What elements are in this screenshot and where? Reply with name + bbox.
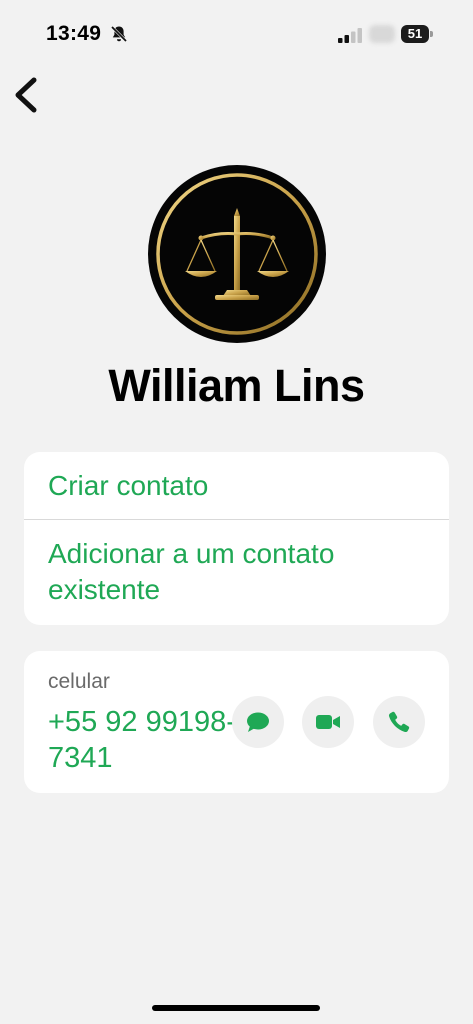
phone-number[interactable]: +55 92 99198-7341	[48, 704, 238, 776]
create-contact-button[interactable]: Criar contato	[48, 468, 208, 504]
status-bar: 13:49 51	[0, 0, 473, 60]
actions-divider	[24, 519, 449, 520]
add-to-existing-contact-button[interactable]: Adicionar a um contato existente	[48, 536, 348, 608]
call-button[interactable]	[373, 696, 425, 748]
video-call-button[interactable]	[302, 696, 354, 748]
scales-of-justice-icon	[148, 165, 326, 343]
phone-icon	[388, 711, 410, 733]
phone-type-label: celular	[48, 670, 110, 693]
status-time: 13:49	[46, 22, 102, 45]
contact-avatar	[147, 164, 327, 344]
battery-indicator: 51	[401, 25, 429, 43]
battery-cap	[430, 31, 433, 37]
message-button[interactable]	[232, 696, 284, 748]
back-button[interactable]	[10, 72, 46, 118]
chevron-left-icon	[15, 77, 37, 113]
signal-icon	[338, 28, 362, 43]
bell-slash-icon	[110, 25, 128, 43]
video-icon	[316, 715, 340, 729]
contact-name: William Lins	[108, 360, 365, 411]
message-icon	[247, 712, 269, 732]
home-indicator[interactable]	[152, 1005, 320, 1011]
carrier-blurred	[369, 25, 395, 43]
